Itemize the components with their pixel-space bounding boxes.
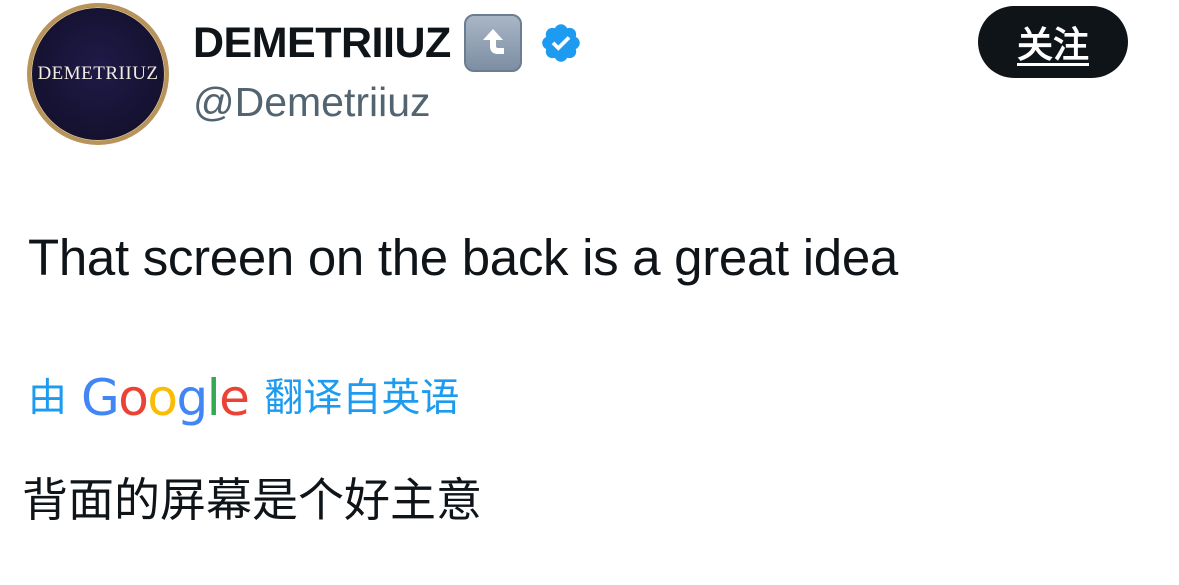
google-letter-o2: o: [147, 369, 178, 427]
google-letter-g: G: [81, 369, 120, 427]
author-name-row: DEMETRIIUZ: [193, 14, 584, 72]
translation-prefix: 由: [28, 376, 68, 420]
author-handle[interactable]: @Demetriiuz: [193, 82, 431, 123]
tweet-text: That screen on the back is a great idea: [28, 229, 898, 286]
translation-attribution[interactable]: 由 G o o g l e 翻译自英语: [28, 368, 459, 428]
avatar-logo-text: DEMETRIIUZ: [37, 63, 159, 84]
google-letter-o1: o: [118, 369, 149, 427]
verified-check-icon[interactable]: [538, 20, 584, 66]
google-letter-l: l: [206, 369, 221, 427]
google-letter-e: e: [219, 369, 250, 427]
follow-button[interactable]: 关注: [978, 6, 1128, 78]
google-letter-g2: g: [176, 369, 208, 427]
google-logo: G o o g l e: [81, 369, 250, 427]
display-name[interactable]: DEMETRIIUZ: [193, 21, 451, 65]
avatar[interactable]: DEMETRIIUZ: [27, 3, 169, 145]
upward-curved-arrow-icon: [463, 14, 522, 72]
translated-tweet-text: 背面的屏幕是个好主意: [22, 474, 482, 526]
translation-source-language: 翻译自英语: [264, 376, 460, 420]
